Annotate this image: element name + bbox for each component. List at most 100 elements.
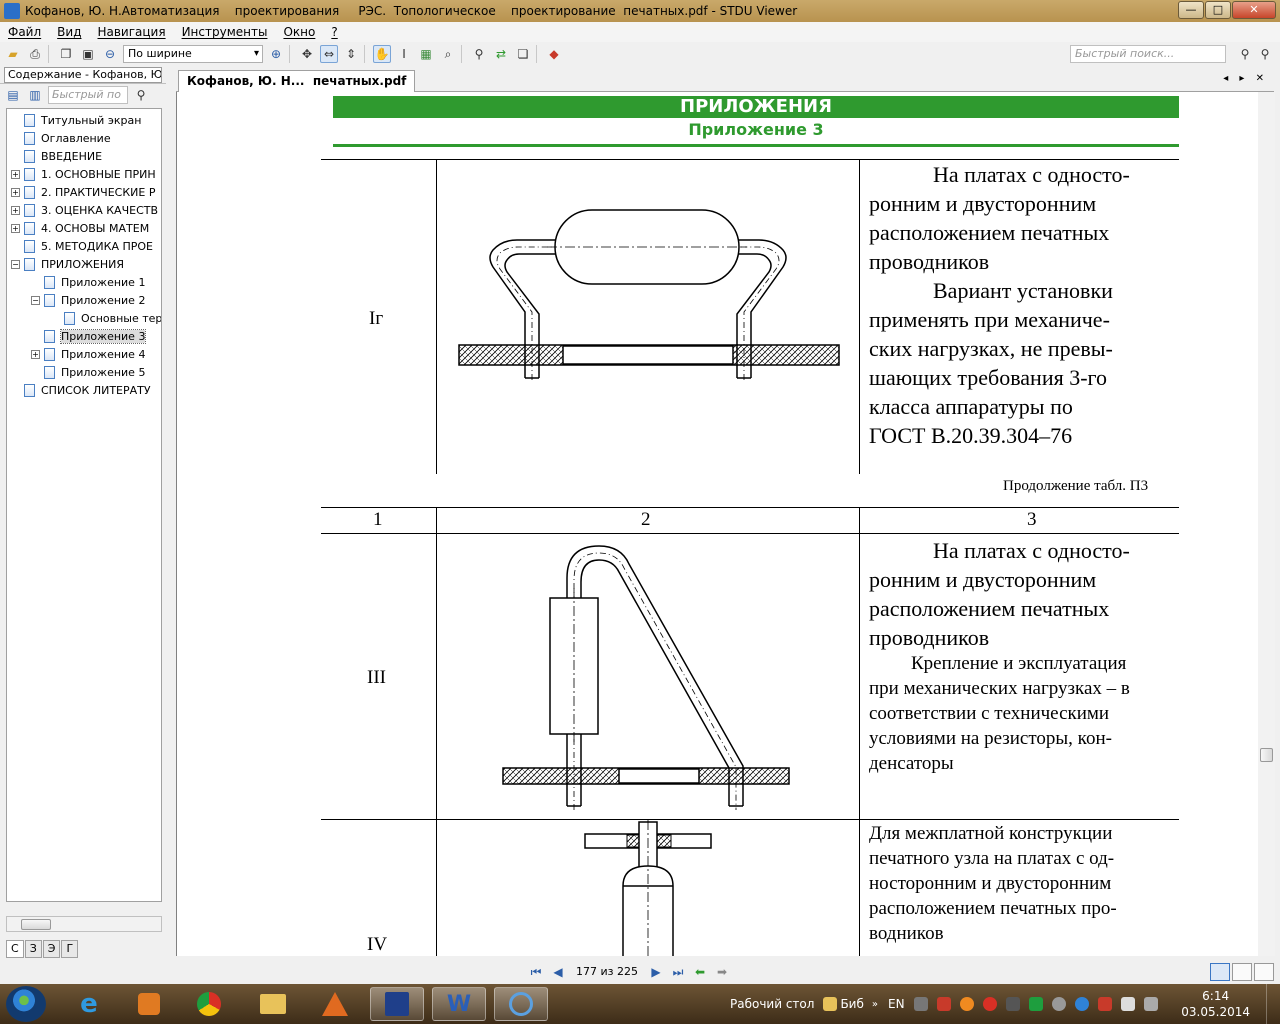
menu-help[interactable]: ? [331,25,337,39]
tree-item[interactable]: Приложение 3 [31,327,147,345]
text-select-icon[interactable]: Ⅰ [395,45,413,63]
page-indicator[interactable]: 177 из 225 [572,963,642,981]
stdu-viewer-icon[interactable] [494,987,548,1021]
tree-item[interactable]: 5. МЕТОДИКА ПРОЕ [11,237,153,255]
tree-item[interactable]: Оглавление [11,129,111,147]
library-folder-icon[interactable] [823,997,838,1011]
menu-file[interactable]: Файл [8,25,41,39]
tree-expander-icon[interactable]: − [11,259,20,269]
tree-item[interactable]: Основные тер [51,309,161,327]
fit-height-icon[interactable]: ⇕ [342,45,360,63]
library-label[interactable]: Биб [840,997,863,1011]
tab-bookmarks[interactable]: З [24,940,42,958]
tab-scroll-arrows-icon[interactable]: ◂ ▸ ✕ [1223,73,1268,84]
zoom-in-icon[interactable]: ⊕ [267,45,285,63]
expand-all-icon[interactable]: ▤ [4,86,22,104]
tree-expander-icon[interactable]: + [31,349,40,359]
forward-icon[interactable]: ➡ [714,964,730,980]
menu-view[interactable]: Вид [57,25,81,39]
tree-horizontal-scrollbar[interactable] [6,916,162,932]
swap-icon[interactable]: ⇄ [492,45,510,63]
sync-icon[interactable] [1051,997,1066,1011]
tree-item[interactable]: ВВЕДЕНИЕ [11,147,102,165]
tree-item[interactable]: − Приложение 2 [31,291,145,309]
update-icon[interactable] [959,997,974,1011]
print-icon[interactable]: ⎙ [26,45,44,63]
scrollbar-thumb[interactable] [21,919,51,930]
open-folder-icon[interactable]: ▰ [4,45,22,63]
action-center-icon[interactable] [1143,997,1158,1011]
next-page-icon[interactable]: ▶ [648,964,664,980]
find-icon[interactable]: ⚲ [470,45,488,63]
menu-tools[interactable]: Инструменты [182,25,268,39]
menu-window[interactable]: Окно [283,25,315,39]
word-icon[interactable]: W [432,987,486,1021]
fit-page-icon[interactable]: ✥ [298,45,316,63]
tree-item[interactable]: Приложение 5 [31,363,145,381]
document-vertical-scrollbar[interactable] [1258,92,1275,956]
tree-item[interactable]: +1. ОСНОВНЫЕ ПРИН [11,165,156,183]
tab-contents[interactable]: С [6,940,24,958]
keyboard-icon[interactable] [913,997,928,1011]
last-page-icon[interactable]: ⏭ [670,964,686,980]
tree-expander-icon[interactable]: + [11,223,20,233]
multi-page-view-icon[interactable] [1254,963,1274,981]
tree-item[interactable]: + Приложение 4 [31,345,145,363]
tree-expander-icon[interactable]: + [11,169,20,179]
first-page-icon[interactable]: ⏮ [528,964,544,980]
pages-icon[interactable]: ❏ [514,45,532,63]
settings-icon[interactable] [1188,963,1208,981]
network-share-icon[interactable] [1028,997,1043,1011]
back-icon[interactable]: ⬅ [692,964,708,980]
zoom-out-icon[interactable]: ⊖ [101,45,119,63]
contents-panel-title[interactable]: Содержание - Кофанов, Ю. [4,66,162,83]
explorer-icon[interactable] [246,987,300,1021]
prev-page-icon[interactable]: ◀ [550,964,566,980]
tab-thumbnails[interactable]: Э [42,940,61,958]
tree-expander-icon[interactable]: + [11,205,20,215]
torrent-icon[interactable] [1074,997,1089,1011]
start-button[interactable] [6,986,46,1022]
antivirus-icon[interactable] [936,997,951,1011]
tree-item[interactable]: +2. ПРАКТИЧЕСКИЕ Р [11,183,155,201]
tab-search[interactable]: Г [61,940,79,958]
two-page-view-icon[interactable] [1232,963,1252,981]
tree-item[interactable]: +3. ОЦЕНКА КАЧЕСТВ [11,201,158,219]
tree-item[interactable]: +4. ОСНОВЫ МАТЕМ [11,219,149,237]
contents-tree[interactable]: Титульный экран Оглавление ВВЕДЕНИЕ +1. ОСН… [6,108,162,902]
tray-expand-icon[interactable]: » [872,999,878,1010]
bookmark-icon[interactable]: ◆ [545,45,563,63]
fit-width-icon[interactable]: ⇔ [320,45,338,63]
language-indicator[interactable]: EN [888,997,905,1011]
matlab-icon[interactable] [308,987,362,1021]
contents-search-input[interactable]: Быстрый по [48,86,128,104]
ie-icon[interactable]: e [62,987,116,1021]
menu-navigation[interactable]: Навигация [97,25,165,39]
utility-icon[interactable] [1005,997,1020,1011]
hand-tool-icon[interactable]: ✋ [373,45,391,63]
zoom-mode-select[interactable]: По ширине [123,45,263,63]
magnifier-icon[interactable]: ⌕ [439,45,457,63]
network-disconnected-icon[interactable] [1097,997,1112,1011]
document-viewport[interactable]: ПРИЛОЖЕНИЯ Приложение 3 Iг На платах с о… [176,92,1258,956]
image-select-icon[interactable]: ▦ [417,45,435,63]
document-tab[interactable]: Кофанов, Ю. Н... печатных.pdf [178,70,416,92]
scrollbar-thumb[interactable] [1260,748,1273,762]
media-player-icon[interactable] [122,987,176,1021]
tree-item[interactable]: Приложение 1 [31,273,145,291]
minimize-button[interactable]: — [1178,1,1204,19]
show-desktop-button[interactable] [1266,984,1280,1024]
single-page-view-icon[interactable] [1210,963,1230,981]
opera-icon[interactable] [982,997,997,1011]
search-options-icon[interactable]: ⚲ [1256,45,1274,63]
tree-item[interactable]: Титульный экран [11,111,141,129]
close-button[interactable]: ✕ [1232,1,1276,19]
chrome-icon[interactable] [182,987,236,1021]
volume-icon[interactable] [1120,997,1135,1011]
page-layout-icon[interactable]: ▣ [79,45,97,63]
search-icon[interactable]: ⚲ [1236,45,1254,63]
contents-search-icon[interactable]: ⚲ [132,86,150,104]
copy-icon[interactable]: ❐ [57,45,75,63]
tree-expander-icon[interactable]: + [11,187,20,197]
clock[interactable]: 6:14 03.05.2014 [1181,988,1250,1020]
